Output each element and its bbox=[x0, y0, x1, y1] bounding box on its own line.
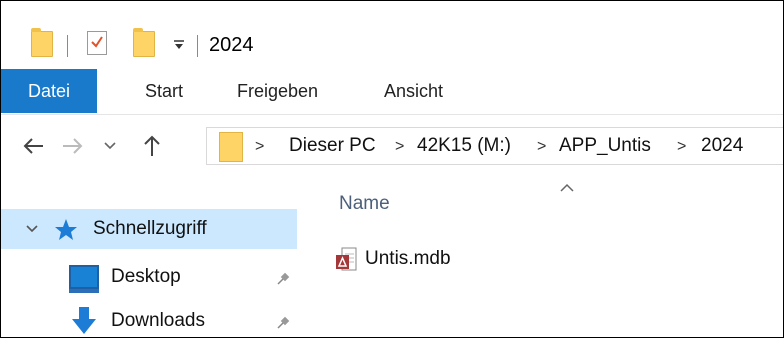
breadcrumb-separator[interactable]: > bbox=[677, 138, 686, 156]
tab-start[interactable]: Start bbox=[145, 69, 183, 113]
star-icon bbox=[55, 219, 77, 240]
toolbar-separator bbox=[197, 35, 198, 57]
title-bar: 2024 bbox=[1, 1, 783, 69]
breadcrumb-separator[interactable]: > bbox=[255, 138, 264, 156]
breadcrumb-drive[interactable]: 42K15 (M:) bbox=[417, 135, 511, 157]
nav-item-label: Desktop bbox=[111, 266, 181, 287]
tab-ansicht[interactable]: Ansicht bbox=[384, 69, 443, 113]
file-list: Name Untis.mdb bbox=[301, 177, 783, 337]
breadcrumb-dieser-pc[interactable]: Dieser PC bbox=[289, 135, 376, 157]
download-icon bbox=[72, 307, 96, 334]
new-folder-icon[interactable] bbox=[133, 28, 155, 57]
tab-datei[interactable]: Datei bbox=[1, 69, 97, 113]
up-arrow-icon[interactable] bbox=[139, 133, 165, 159]
nav-item-schnellzugriff[interactable]: Schnellzugriff bbox=[1, 209, 297, 249]
breadcrumb-app-untis[interactable]: APP_Untis bbox=[559, 135, 651, 157]
access-db-file-icon bbox=[336, 247, 357, 271]
breadcrumb-separator[interactable]: > bbox=[395, 138, 404, 156]
window-title: 2024 bbox=[209, 34, 254, 56]
properties-icon[interactable] bbox=[87, 31, 107, 55]
breadcrumb-2024[interactable]: 2024 bbox=[701, 135, 743, 157]
customize-toolbar-icon[interactable] bbox=[173, 39, 185, 51]
sort-ascending-icon bbox=[560, 183, 574, 192]
nav-item-label: Schnellzugriff bbox=[93, 218, 207, 239]
toolbar-separator bbox=[67, 35, 68, 57]
ribbon-tabs: Datei Start Freigeben Ansicht bbox=[1, 69, 783, 115]
back-arrow-icon[interactable] bbox=[21, 133, 47, 159]
desktop-icon bbox=[69, 265, 99, 293]
folder-icon bbox=[31, 28, 53, 57]
file-name: Untis.mdb bbox=[365, 248, 451, 269]
file-row[interactable]: Untis.mdb bbox=[335, 247, 635, 275]
column-header-name[interactable]: Name bbox=[339, 193, 390, 215]
tab-freigeben[interactable]: Freigeben bbox=[237, 69, 318, 113]
expand-chevron-icon[interactable] bbox=[25, 223, 39, 235]
address-bar[interactable]: > Dieser PC > 42K15 (M:) > APP_Untis > 2… bbox=[206, 127, 783, 165]
breadcrumb-separator[interactable]: > bbox=[537, 138, 546, 156]
nav-item-desktop[interactable]: Desktop bbox=[1, 257, 297, 297]
recent-locations-chevron-icon[interactable] bbox=[101, 133, 119, 159]
nav-item-label: Downloads bbox=[111, 310, 205, 331]
nav-item-downloads[interactable]: Downloads bbox=[1, 301, 297, 337]
navigation-bar: > Dieser PC > 42K15 (M:) > APP_Untis > 2… bbox=[1, 115, 783, 175]
pin-icon[interactable] bbox=[275, 271, 291, 287]
pin-icon[interactable] bbox=[275, 315, 291, 331]
forward-arrow-icon[interactable] bbox=[59, 133, 85, 159]
folder-icon bbox=[219, 132, 243, 162]
explorer-window: 2024 Datei Start Freigeben Ansicht > Die… bbox=[0, 0, 784, 338]
navigation-pane: Schnellzugriff Desktop Downloads bbox=[1, 177, 301, 337]
